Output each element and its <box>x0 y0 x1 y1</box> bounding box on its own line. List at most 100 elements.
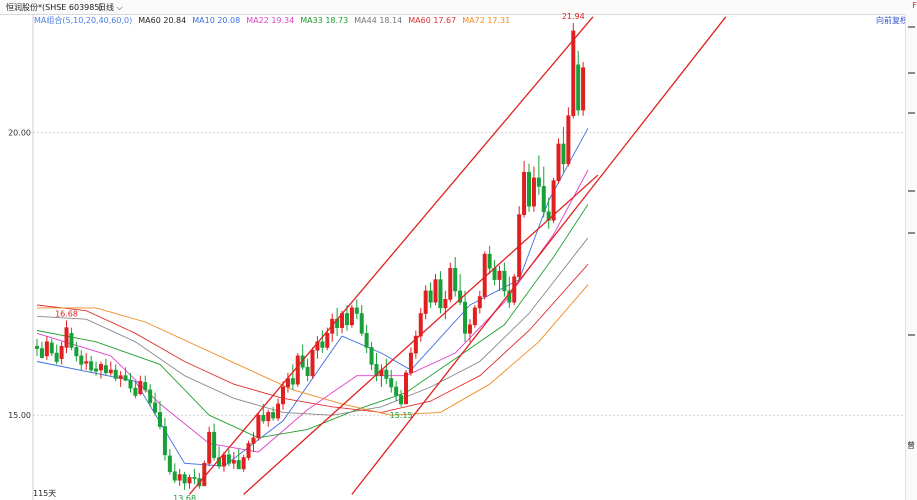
rail-mark <box>908 26 915 28</box>
candle-down <box>162 426 167 456</box>
candle-up <box>251 437 256 444</box>
candle-down <box>290 378 295 385</box>
trend-line-upper <box>189 16 594 495</box>
candle-up <box>556 143 561 182</box>
candle-down <box>364 332 369 348</box>
candle-down <box>34 345 39 349</box>
candle-up <box>241 457 246 470</box>
candle-down <box>369 347 374 365</box>
candle-down <box>541 186 546 213</box>
candle-down <box>536 177 541 187</box>
candle-down <box>133 387 138 396</box>
candle-up <box>349 307 354 326</box>
rail-mark <box>908 334 915 336</box>
rail-mark <box>908 190 915 192</box>
candle-down <box>158 412 163 427</box>
candle-up <box>448 268 453 300</box>
candle-up <box>64 327 69 348</box>
candle-up <box>403 372 408 405</box>
candle-down <box>428 290 433 303</box>
price-annotation: 16.68 <box>55 309 78 318</box>
candle-down <box>167 455 172 473</box>
candle-up <box>231 460 236 464</box>
candle-down <box>143 382 148 391</box>
candle-down <box>226 454 231 464</box>
y-tick-label: 20.00 <box>8 129 31 138</box>
candle-up <box>59 345 64 360</box>
candle-down <box>49 342 54 354</box>
candle-up <box>295 355 300 385</box>
candle-down <box>453 268 458 292</box>
price-annotation: 15.15 <box>390 411 413 420</box>
candle-up <box>467 324 472 334</box>
candle-down <box>389 378 394 388</box>
candle-down <box>74 347 79 357</box>
candle-down <box>399 395 404 405</box>
ma-line-ma22 <box>36 169 589 453</box>
candle-up <box>266 412 271 422</box>
candle-down <box>128 379 133 389</box>
candle-down <box>487 253 492 269</box>
candle-down <box>271 412 276 419</box>
candle-down <box>576 64 581 111</box>
trend-line-lower <box>351 16 727 495</box>
y-tick-label: 15.00 <box>8 411 31 420</box>
ma-line-ma33 <box>36 204 589 439</box>
candle-down <box>305 366 310 376</box>
candle-down <box>89 361 94 371</box>
candle-up <box>472 307 477 326</box>
candle-down <box>182 474 187 484</box>
candle-down <box>394 386 399 396</box>
candle-up <box>84 361 89 364</box>
candle-up <box>177 474 182 481</box>
candle-down <box>320 341 325 348</box>
candle-up <box>423 290 428 314</box>
candle-down <box>153 402 158 413</box>
candle-down <box>438 279 443 309</box>
candle-up <box>44 341 49 357</box>
candle-up <box>280 386 285 405</box>
candle-down <box>236 460 241 470</box>
candle-down <box>261 414 266 422</box>
candle-down <box>526 171 531 207</box>
corner-marker: F <box>912 1 917 10</box>
price-annotation: 21.94 <box>562 12 585 21</box>
candle-down <box>359 313 364 334</box>
candle-down <box>79 355 84 365</box>
candle-up <box>443 299 448 309</box>
candle-down <box>384 369 389 379</box>
candle-up <box>207 431 212 464</box>
candle-up <box>325 332 330 348</box>
candle-up <box>566 115 571 165</box>
candle-up <box>477 296 482 309</box>
price-chart: 15.00 20.00 21.94 16.68 13.68 15.15 <box>8 12 905 500</box>
candle-down <box>172 471 177 481</box>
candle-down <box>123 375 128 381</box>
candle-down <box>212 431 217 458</box>
candle-down <box>94 368 99 372</box>
candle-up <box>433 279 438 303</box>
candle-up <box>497 270 502 280</box>
candle-down <box>69 332 74 348</box>
rail-mark <box>908 112 915 114</box>
candle-up <box>531 177 536 207</box>
candle-down <box>344 313 349 326</box>
candle-up <box>221 454 226 467</box>
candle-up <box>118 375 123 379</box>
candle-down <box>192 477 197 479</box>
candle-up <box>246 443 251 458</box>
rail-mark <box>908 72 915 74</box>
candle-up <box>108 369 113 374</box>
right-toolbar[interactable] <box>905 14 917 500</box>
candle-up <box>256 414 261 439</box>
days-range-label: 115天 <box>33 489 57 498</box>
candle-down <box>354 307 359 314</box>
candle-up <box>418 313 423 337</box>
rail-button[interactable]: 曾 <box>907 440 915 451</box>
candle-up <box>571 30 576 117</box>
candle-up <box>187 477 192 484</box>
candle-down <box>561 143 566 165</box>
candle-up <box>98 364 103 371</box>
candle-down <box>103 365 108 374</box>
candle-down <box>113 369 118 379</box>
